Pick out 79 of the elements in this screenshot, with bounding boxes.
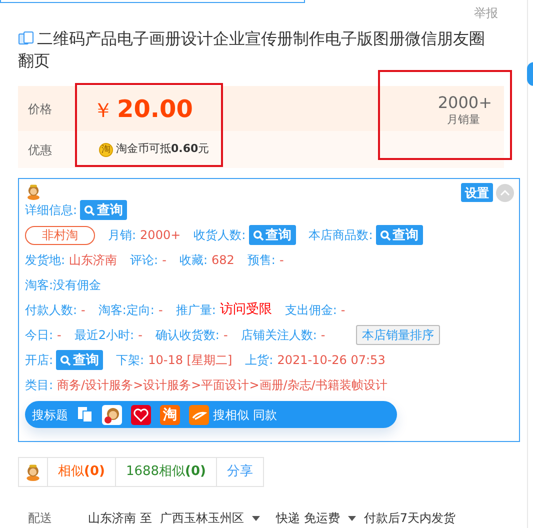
field-value: - — [340, 302, 346, 319]
field-label: 上货: — [245, 352, 274, 369]
field-value: - — [138, 327, 142, 344]
region-dropdown[interactable]: 广西玉林玉州区 — [160, 509, 260, 527]
field-value: - — [57, 327, 62, 344]
mascot-search-icon[interactable] — [102, 404, 122, 424]
field-label: 预售: — [247, 252, 276, 269]
field-label: 今日: — [25, 327, 54, 344]
field-label: 确认收货数: — [155, 327, 220, 344]
delivery-from: 山东济南 — [88, 510, 136, 527]
field-value: - — [279, 252, 284, 269]
search-icon — [84, 204, 96, 216]
report-link[interactable]: 举报 — [474, 4, 498, 22]
taobao-app-icon[interactable]: 淘 — [160, 404, 180, 424]
sort-button[interactable]: 本店销量排序 — [356, 325, 440, 345]
heart-app-icon[interactable] — [131, 404, 151, 424]
field-label: 最近2小时: — [74, 327, 134, 344]
field-value: - — [320, 327, 326, 344]
field-value: 2021-10-26 07:53 — [277, 352, 386, 369]
query-button[interactable]: 查询 — [376, 225, 423, 245]
search-icon — [60, 354, 72, 366]
field-value: - — [158, 302, 163, 319]
field-value: 2000+ — [140, 227, 181, 244]
sales-count: 2000+ — [438, 94, 492, 112]
field-label: 本店商品数: — [308, 227, 373, 244]
settings-button[interactable]: 设置 — [461, 183, 493, 202]
similar-search-button[interactable]: 搜相似 同款 — [213, 406, 277, 424]
search-icon — [380, 230, 391, 240]
delivery-to-word: 至 — [140, 510, 152, 527]
field-label: 开店: — [25, 352, 54, 369]
field-label: 月销: — [108, 227, 136, 244]
copy-icon — [18, 30, 34, 46]
price-label: 价格 — [27, 100, 53, 118]
field-value: 商务/设计服务>设计服务>平面设计>画册/杂志/书籍装帧设计 — [57, 377, 388, 394]
promo-label: 优惠 — [27, 142, 53, 158]
product-title: 二维码产品电子画册设计企业宣传册制作电子版图册微信朋友圈翻页 — [18, 28, 486, 72]
field-value: - — [223, 327, 228, 344]
sales-label: 月销量 — [447, 112, 480, 128]
field-label: 收藏: — [179, 252, 208, 269]
info-text: 淘客:没有佣金 — [25, 277, 102, 294]
delivery-label: 配送 — [27, 510, 53, 527]
tab[interactable]: 1688相似(0) — [116, 458, 217, 486]
price-value: ￥ 20.00 — [93, 94, 193, 124]
shipping-dropdown[interactable]: 快递 免运费 — [276, 509, 356, 527]
copy-icon[interactable] — [77, 406, 93, 423]
tab[interactable]: 分享 — [216, 458, 263, 486]
field-label: 店铺关注人数: — [240, 327, 317, 344]
query-button[interactable]: 查询 — [56, 350, 104, 370]
chevron-up-icon — [500, 190, 510, 196]
mascot-icon — [25, 183, 42, 200]
search-icon — [252, 230, 264, 240]
field-label: 收货人数: — [194, 227, 246, 244]
field-label: 详细信息: — [25, 202, 78, 219]
field-value: 682 — [211, 252, 234, 269]
caret-icon — [348, 516, 356, 520]
field-label: 类目: — [25, 377, 54, 394]
field-label: 下架: — [116, 352, 144, 369]
shipping-time: 付款后7天内发货 — [364, 510, 456, 527]
mascot-icon — [24, 463, 42, 481]
promo-text: 淘金币可抵0.60元 — [116, 141, 210, 158]
field-label: 付款人数: — [25, 302, 78, 319]
field-label: 发货地: — [25, 252, 66, 269]
field-label: 评论: — [130, 252, 158, 269]
field-label: 支出佣金: — [284, 302, 337, 319]
field-label: 淘客:定向: — [98, 302, 154, 319]
query-button[interactable]: 查询 — [80, 200, 128, 220]
field-value: 10-18 [星期二] — [148, 352, 232, 369]
status-badge: 非村淘 — [25, 226, 95, 244]
field-value: 山东济南 — [69, 252, 118, 269]
tab[interactable]: 相似(0) — [48, 458, 116, 486]
caret-icon — [252, 516, 260, 520]
field-label: 推广量: — [176, 302, 216, 319]
field-value: 访问受限 — [220, 301, 272, 320]
query-button[interactable]: 查询 — [248, 225, 296, 245]
alibaba-app-icon[interactable] — [189, 404, 209, 424]
field-value: - — [162, 252, 166, 269]
search-title-button[interactable]: 搜标题 — [32, 406, 68, 424]
coin-icon: 淘 — [99, 142, 113, 156]
field-value: - — [81, 302, 86, 319]
